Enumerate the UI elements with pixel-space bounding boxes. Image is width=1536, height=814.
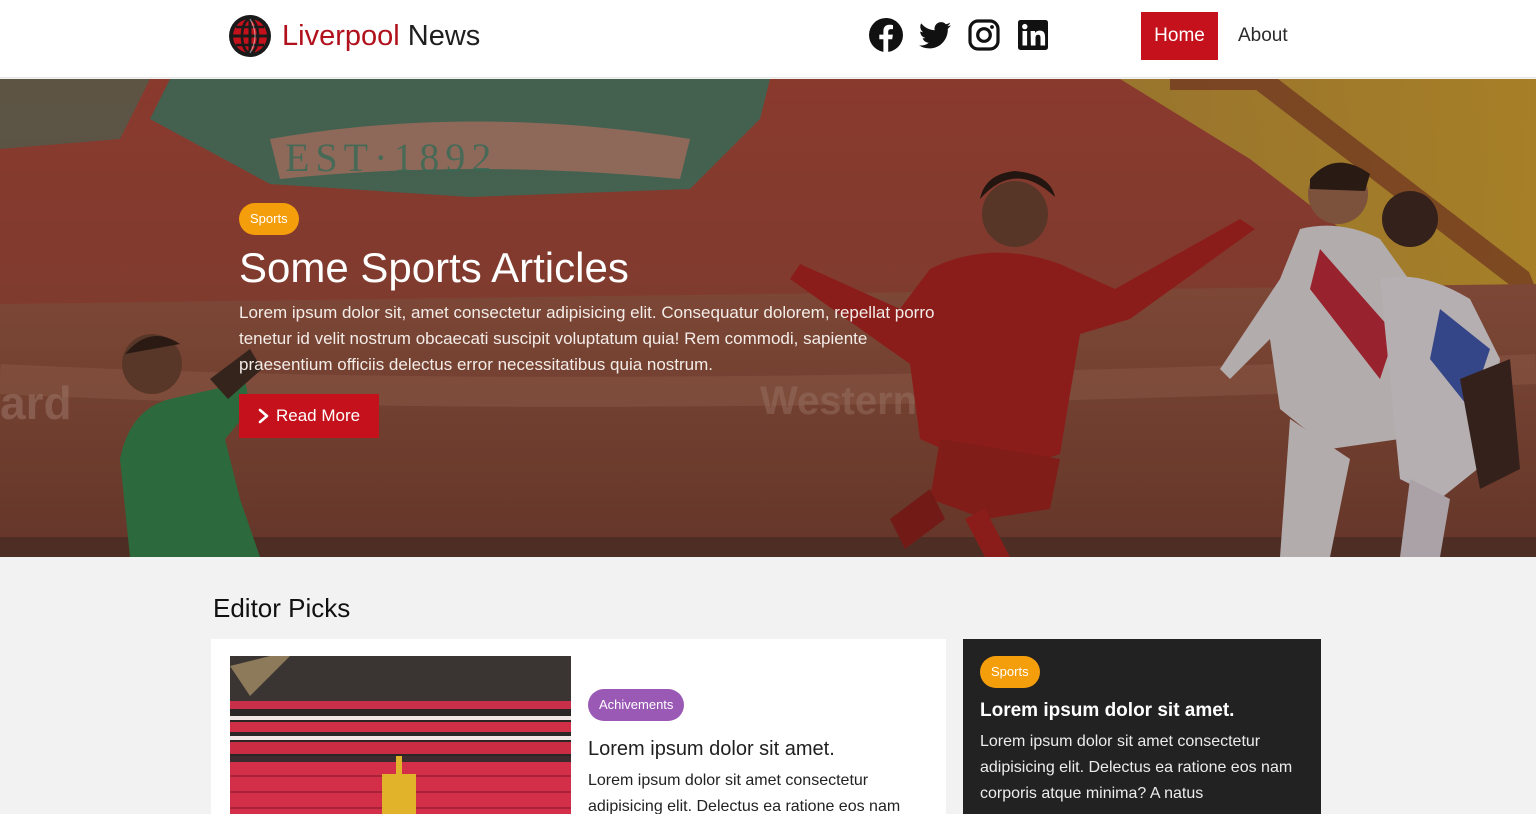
- brand-name-primary: Liverpool: [282, 20, 400, 52]
- card-main-text: Lorem ipsum dolor sit amet consectetur a…: [588, 772, 901, 814]
- card-main-title[interactable]: Lorem ipsum dolor sit amet.: [588, 736, 933, 762]
- stadium-image: [230, 656, 571, 814]
- linkedin-link[interactable]: [1015, 17, 1051, 53]
- twitter-link[interactable]: [917, 17, 953, 53]
- hero-category-badge[interactable]: Sports: [239, 203, 299, 235]
- facebook-icon: [869, 18, 903, 52]
- brand-link[interactable]: Liverpool News: [228, 14, 480, 58]
- nav-about-link[interactable]: About: [1224, 12, 1302, 60]
- brand-name: Liverpool News: [282, 14, 480, 58]
- editor-pick-card-side[interactable]: Sports Lorem ipsum dolor sit amet. Lorem…: [963, 639, 1321, 814]
- facebook-link[interactable]: [868, 17, 904, 53]
- card-side-body: Sports Lorem ipsum dolor sit amet. Lorem…: [980, 656, 1310, 807]
- main-nav: Home About: [1141, 12, 1302, 60]
- read-more-label: Read More: [276, 406, 361, 425]
- linkedin-icon: [1018, 20, 1048, 50]
- nav-home-link[interactable]: Home: [1141, 12, 1218, 60]
- card-side-text: Lorem ipsum dolor sit amet consectetur a…: [980, 733, 1293, 802]
- editor-pick-card-main[interactable]: Achivements Lorem ipsum dolor sit amet. …: [211, 639, 946, 814]
- instagram-link[interactable]: [966, 17, 1002, 53]
- hero-title: Some Sports Articles: [239, 244, 629, 291]
- social-links: [868, 17, 1051, 53]
- hero-content: Sports Some Sports Articles Lorem ipsum …: [239, 203, 939, 438]
- hero-description: Lorem ipsum dolor sit, amet consectetur …: [239, 303, 935, 374]
- read-more-button[interactable]: Read More: [239, 394, 380, 438]
- globe-logo-icon: [229, 15, 271, 57]
- hero-banner: EST·1892 ard Western Sports Some Sports …: [0, 79, 1536, 557]
- card-main-body: Achivements Lorem ipsum dolor sit amet. …: [588, 689, 933, 814]
- brand-name-secondary: News: [407, 20, 481, 52]
- card-main-badge[interactable]: Achivements: [588, 689, 685, 721]
- card-side-title[interactable]: Lorem ipsum dolor sit amet.: [980, 697, 1310, 725]
- card-side-badge[interactable]: Sports: [980, 656, 1040, 688]
- chevron-right-icon: [258, 408, 269, 424]
- twitter-icon: [919, 22, 951, 49]
- stadium-seats-image: [230, 656, 571, 814]
- editor-picks-heading: Editor Picks: [213, 593, 351, 623]
- instagram-icon: [968, 19, 1000, 51]
- navbar: Liverpool News Home About: [0, 0, 1536, 78]
